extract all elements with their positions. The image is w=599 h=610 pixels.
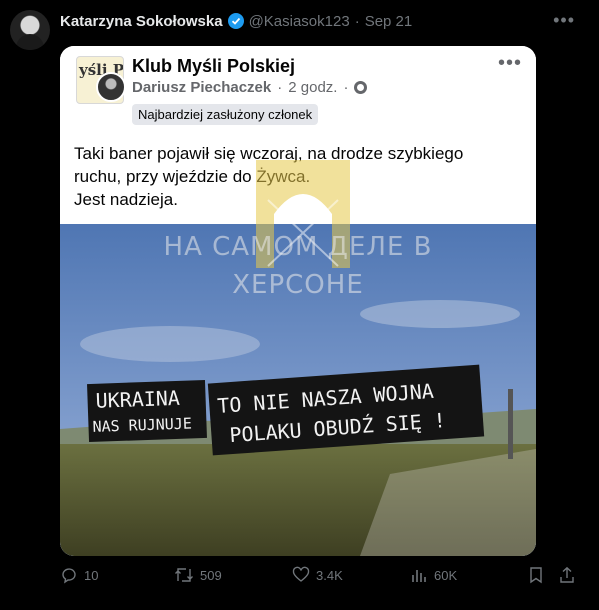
banner-left-line2: NAS RUJNUJE: [92, 414, 192, 435]
views-button[interactable]: 60K: [410, 566, 457, 584]
reply-button[interactable]: 10: [60, 566, 98, 584]
poster-name: Dariusz Piechaczek: [132, 79, 272, 96]
bookmark-icon: [530, 567, 542, 584]
heart-icon: [292, 566, 310, 582]
group-name: Klub Myśli Polskiej: [132, 56, 296, 76]
post-more-icon: •••: [497, 52, 522, 74]
views-chart-icon: [412, 570, 426, 582]
share-icon: [560, 566, 574, 583]
tweet-header: Katarzyna Sokołowska @Kasiasok123 · Sep …: [60, 10, 412, 32]
author-name[interactable]: Katarzyna Sokołowska: [60, 13, 223, 30]
bookmark-button[interactable]: [528, 566, 544, 584]
watermark-line-1: НА САМОМ ДЕЛЕ В: [163, 232, 433, 262]
attached-image[interactable]: yśli Pols Klub Myśli Polskiej Dariusz Pi…: [60, 46, 536, 556]
author-handle[interactable]: @Kasiasok123: [249, 13, 350, 30]
poster-avatar: [96, 72, 126, 102]
repost-count: 509: [200, 567, 222, 583]
post-time: 2 godz.: [288, 79, 338, 96]
like-count: 3.4K: [316, 567, 343, 583]
reply-icon: [62, 568, 76, 584]
tweet-actions: 10 509 3.4K 60K: [60, 566, 580, 592]
watermark-line-2: ХЕРСОНЕ: [232, 270, 364, 300]
tweet-more-button[interactable]: •••: [553, 10, 575, 31]
poster-separator: ·: [277, 79, 283, 96]
globe-icon: [354, 81, 368, 94]
poster-line: Dariusz Piechaczek · 2 godz. ·: [132, 79, 368, 96]
post-time-separator: ·: [343, 79, 349, 96]
banner-left-line1: UKRAINA: [95, 386, 180, 413]
repost-button[interactable]: 509: [174, 566, 222, 584]
like-button[interactable]: 3.4K: [292, 566, 343, 584]
separator-dot: ·: [354, 12, 360, 30]
tweet-date[interactable]: Sep 21: [365, 13, 413, 30]
member-badge: Najbardziej zasłużony członek: [132, 104, 319, 125]
reply-count: 10: [84, 567, 99, 583]
author-avatar[interactable]: [10, 10, 50, 50]
views-count: 60K: [434, 567, 458, 583]
verified-badge-icon: [227, 13, 244, 29]
share-button[interactable]: [558, 566, 576, 584]
repost-icon: [175, 568, 193, 582]
